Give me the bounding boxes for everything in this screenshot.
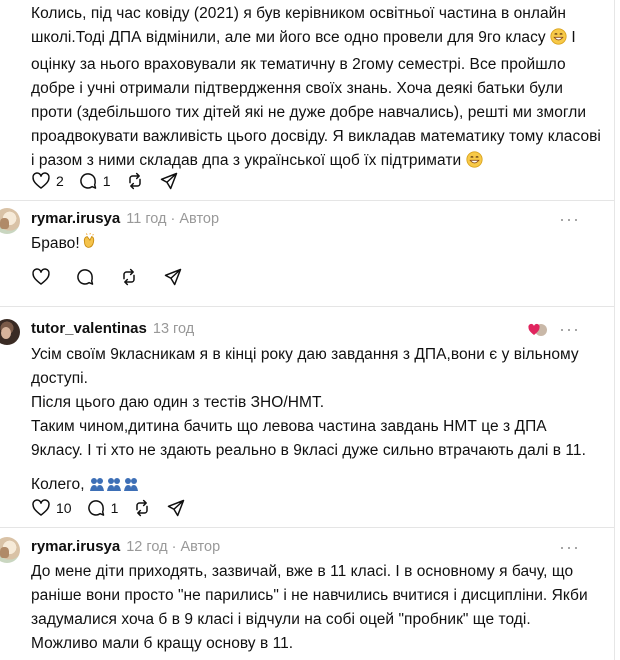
- more-options-button[interactable]: ···: [559, 210, 580, 228]
- comment-text: Усім своїм 9класникам я в кінці року даю…: [31, 343, 606, 500]
- divider: [0, 200, 614, 201]
- reply-button[interactable]: [75, 266, 95, 288]
- like-button[interactable]: [31, 266, 51, 288]
- comment-line: Можливо мали б кращу основу в 11.: [31, 635, 294, 652]
- speech-bubble-icon: [87, 500, 104, 516]
- repost-button[interactable]: [119, 266, 139, 288]
- avatar[interactable]: [0, 208, 20, 234]
- more-dots-icon: ···: [559, 319, 580, 339]
- comment-header: rymar.irusya 11 год · Автор: [31, 210, 219, 227]
- repost-button[interactable]: [132, 497, 152, 519]
- repost-icon: [128, 172, 141, 190]
- comment-text: До мене діти приходять, зазвичай, вже в …: [31, 560, 606, 656]
- comment-actions: 10 1: [31, 497, 200, 519]
- send-icon: [164, 268, 182, 286]
- heart-icon: [32, 499, 50, 516]
- top-post-line: оцінку за нього враховували як тематичну…: [31, 56, 566, 73]
- repost-icon: [123, 268, 135, 286]
- liked-by-avatars[interactable]: [528, 322, 548, 338]
- comment-line: Колего,: [31, 473, 606, 500]
- clapping-hands-emoji-icon: [80, 232, 98, 259]
- comment-header: rymar.irusya 12 год · Автор: [31, 538, 220, 555]
- divider: [0, 306, 614, 307]
- repost-button[interactable]: [125, 170, 145, 192]
- thread-page: Колись, під час ковіду (2021) я був кері…: [0, 0, 614, 660]
- author-badge: · Автор: [170, 211, 220, 227]
- reply-button[interactable]: 1: [86, 497, 119, 519]
- top-post-line: проти (здебільшого тих дітей які не дуже…: [31, 104, 587, 121]
- comment-line: Усім своїм 9класникам я в кінці року даю…: [31, 346, 579, 363]
- avatar[interactable]: [0, 319, 20, 345]
- comment-header: tutor_valentinas 13 год: [31, 320, 194, 337]
- top-post-text: Колись, під час ковіду (2021) я був кері…: [31, 2, 606, 176]
- like-button[interactable]: 10: [31, 497, 72, 519]
- like-count: 10: [56, 500, 72, 516]
- comment-line: раніше вони просто "не парились" і не на…: [31, 587, 588, 604]
- more-options-button[interactable]: ···: [559, 538, 580, 556]
- speech-bubble-icon: [80, 173, 97, 189]
- author-badge: · Автор: [171, 539, 221, 555]
- heart-icon: [32, 268, 50, 285]
- grinning-emoji-icon: [465, 151, 483, 176]
- top-post-actions: 2 1: [31, 170, 193, 192]
- share-button[interactable]: [163, 266, 183, 288]
- comment-text: Браво!: [31, 232, 591, 259]
- comment-line: Після цього даю один з тестів ЗНО/НМТ.: [31, 394, 325, 411]
- comment-line: До мене діти приходять, зазвичай, вже в …: [31, 563, 574, 580]
- comment-line: 9класу. І ті хто не здають реально в 9кл…: [31, 442, 586, 459]
- grinning-emoji-icon: [550, 28, 567, 53]
- speech-bubble-icon: [77, 269, 94, 285]
- timestamp[interactable]: 12 год: [126, 539, 167, 555]
- comment-line: Таким чином,дитина бачить що левова част…: [31, 418, 547, 435]
- more-options-button[interactable]: ···: [559, 320, 580, 338]
- divider: [0, 527, 614, 528]
- comment-line: Браво!: [31, 232, 591, 259]
- top-post-line: проадвокувати важливість цього досвіду. …: [31, 128, 601, 145]
- more-dots-icon: ···: [559, 537, 580, 557]
- heart-avatar-icon: [528, 323, 547, 336]
- comment-actions: [31, 266, 197, 288]
- send-icon: [160, 172, 177, 190]
- timestamp[interactable]: 13 год: [153, 321, 194, 337]
- comment-line: задумалися хоча б в 9 класі і відчули на…: [31, 611, 531, 628]
- scroll-edge: [614, 0, 620, 660]
- avatar[interactable]: [0, 537, 20, 563]
- comment-line: доступі.: [31, 370, 88, 387]
- like-count: 2: [56, 173, 64, 189]
- send-icon: [168, 499, 185, 517]
- reply-button[interactable]: 1: [78, 170, 111, 192]
- share-button[interactable]: [166, 497, 186, 519]
- username[interactable]: tutor_valentinas: [31, 320, 147, 337]
- reply-count: 1: [102, 173, 111, 189]
- username[interactable]: rymar.irusya: [31, 210, 120, 227]
- reply-count: 1: [110, 500, 119, 516]
- top-post-line: школі.Тоді ДПА відмінили, але ми його вс…: [31, 26, 606, 53]
- heart-icon: [32, 172, 50, 189]
- timestamp[interactable]: 11 год: [126, 211, 166, 227]
- share-button[interactable]: [159, 170, 179, 192]
- repost-icon: [136, 499, 149, 517]
- like-button[interactable]: 2: [31, 170, 64, 192]
- more-dots-icon: ···: [559, 209, 580, 229]
- top-post-line: Колись, під час ковіду (2021) я був кері…: [31, 5, 566, 22]
- username[interactable]: rymar.irusya: [31, 538, 120, 555]
- top-post-line: добре і учні отримали підтвердження свої…: [31, 80, 563, 97]
